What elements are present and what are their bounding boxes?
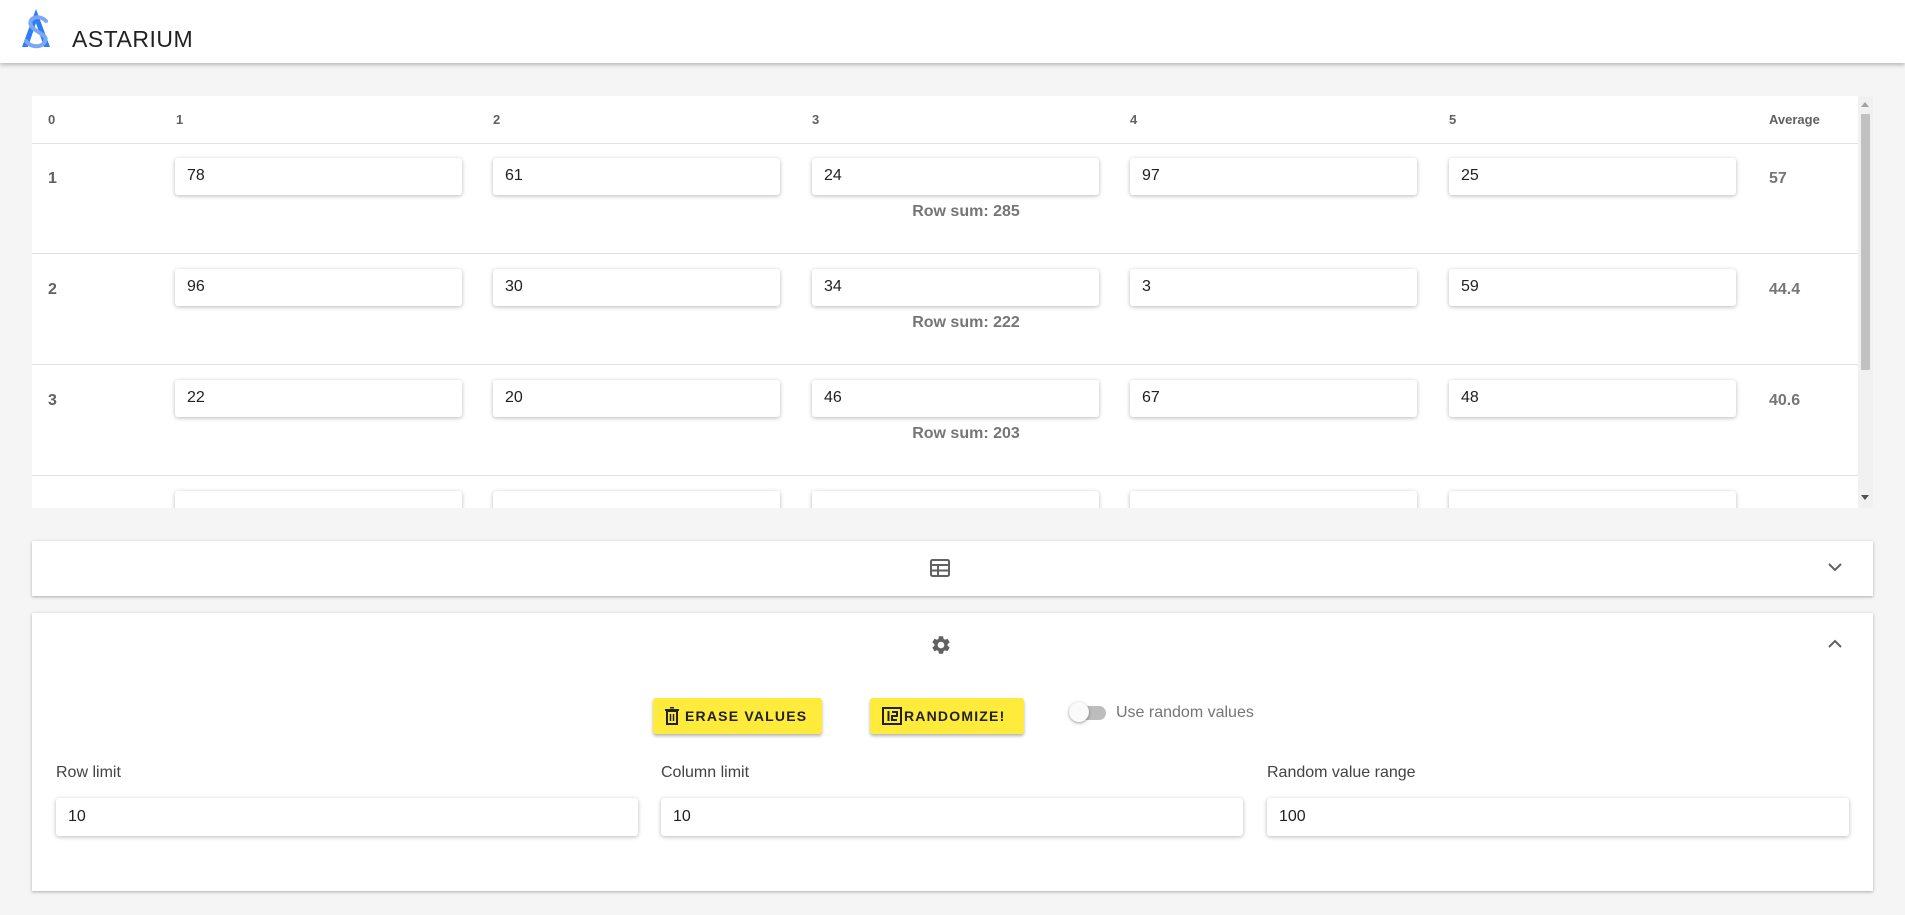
value-input[interactable]: 97: [1130, 158, 1417, 195]
value-input[interactable]: 67: [1130, 380, 1417, 417]
table-row: 1 78 61 24 97 25 57 Row sum: 285: [32, 143, 1858, 254]
value-input[interactable]: [493, 491, 780, 508]
header-col-2: 2: [493, 112, 501, 127]
header-col-0: 0: [48, 112, 56, 127]
row-index: 3: [48, 392, 57, 409]
randomize-label: RANDOMIZE!: [904, 708, 1006, 724]
settings-panel: ERASE VALUES RANDOMIZE! Use random value…: [32, 613, 1873, 891]
row-sum: Row sum: 222: [912, 314, 1020, 331]
row-limit-label: Row limit: [56, 764, 121, 781]
erase-values-button[interactable]: ERASE VALUES: [653, 698, 822, 734]
row-limit-input[interactable]: 10: [56, 798, 638, 836]
random-value-range-label: Random value range: [1267, 764, 1416, 781]
value-input[interactable]: 22: [175, 380, 462, 417]
value-input[interactable]: 59: [1449, 269, 1736, 306]
value-input[interactable]: 20: [493, 380, 780, 417]
row-average: 40.6: [1769, 392, 1801, 409]
table-row: [32, 476, 1858, 508]
value-input[interactable]: 24: [812, 158, 1099, 195]
trash-icon: [665, 707, 679, 725]
table-scrollbar[interactable]: [1858, 96, 1873, 508]
table-icon: [930, 559, 950, 577]
row-sum: Row sum: 285: [912, 203, 1020, 220]
column-limit-label: Column limit: [661, 764, 750, 781]
scroll-down-icon[interactable]: [1861, 495, 1869, 500]
value-input[interactable]: [1130, 491, 1417, 508]
app-title: ASTARIUM: [72, 26, 194, 52]
table-row: 2 96 30 34 3 59 44.4 Row sum: 222: [32, 254, 1858, 365]
scroll-up-icon[interactable]: [1861, 102, 1869, 107]
value-input[interactable]: 61: [493, 158, 780, 195]
value-input[interactable]: 30: [493, 269, 780, 306]
table-header: 0 1 2 3 4 5 Average: [32, 96, 1858, 144]
randomize-button[interactable]: RANDOMIZE!: [870, 698, 1024, 734]
row-average: 57: [1769, 170, 1787, 187]
chevron-up-icon[interactable]: [1828, 639, 1842, 648]
header-col-5: 5: [1449, 112, 1457, 127]
chevron-down-icon[interactable]: [1828, 563, 1842, 572]
app-bar: ASTARIUM: [0, 0, 1905, 63]
value-input[interactable]: 78: [175, 158, 462, 195]
header-col-3: 3: [812, 112, 820, 127]
random-values-label: Use random values: [1116, 704, 1254, 721]
value-input[interactable]: [175, 491, 462, 508]
value-input[interactable]: 34: [812, 269, 1099, 306]
scroll-thumb[interactable]: [1861, 114, 1870, 370]
header-col-1: 1: [176, 112, 184, 127]
data-table: 0 1 2 3 4 5 Average 1 78 61 24 97 25 57 …: [32, 96, 1873, 508]
row-index: 1: [48, 170, 57, 187]
random-value-range-input[interactable]: 100: [1267, 798, 1849, 836]
dice-icon: [882, 707, 902, 725]
row-index: 2: [48, 281, 57, 298]
random-values-switch-thumb[interactable]: [1069, 702, 1089, 722]
astarium-logo-icon[interactable]: [16, 7, 56, 51]
value-input[interactable]: 48: [1449, 380, 1736, 417]
header-col-average: Average: [1769, 112, 1820, 127]
value-input[interactable]: [812, 491, 1099, 508]
header-col-4: 4: [1130, 112, 1138, 127]
column-limit-input[interactable]: 10: [661, 798, 1243, 836]
value-input[interactable]: 3: [1130, 269, 1417, 306]
table-row: 3 22 20 46 67 48 40.6 Row sum: 203: [32, 365, 1858, 476]
row-average: 44.4: [1769, 281, 1801, 298]
value-input[interactable]: 96: [175, 269, 462, 306]
value-input[interactable]: [1449, 491, 1736, 508]
row-sum: Row sum: 203: [912, 425, 1020, 442]
table-panel-header[interactable]: [32, 541, 1873, 596]
erase-values-label: ERASE VALUES: [685, 708, 808, 724]
gear-icon[interactable]: [930, 634, 952, 656]
value-input[interactable]: 25: [1449, 158, 1736, 195]
value-input[interactable]: 46: [812, 380, 1099, 417]
